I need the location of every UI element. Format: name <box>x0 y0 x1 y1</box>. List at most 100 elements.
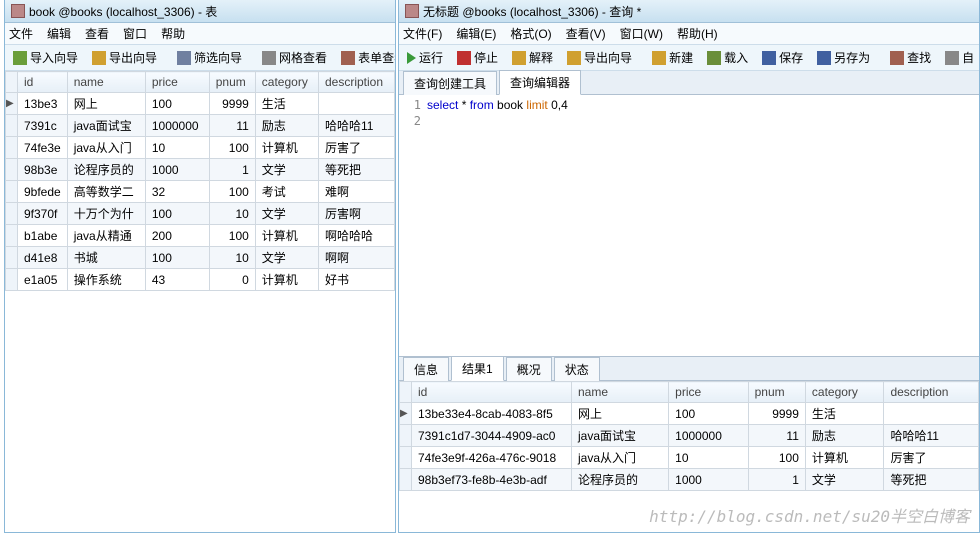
cell-name[interactable]: 论程序员的 <box>572 469 669 491</box>
cell-id[interactable]: 98b3ef73-fe8b-4e3b-adf <box>412 469 572 491</box>
cell-name[interactable]: 网上 <box>67 93 145 115</box>
stop-button[interactable]: 停止 <box>453 47 502 68</box>
cell-pnum[interactable]: 100 <box>209 181 255 203</box>
menu-file[interactable]: 文件 <box>9 25 33 42</box>
new-button[interactable]: 新建 <box>648 47 697 68</box>
cell-name[interactable]: java从精通 <box>67 225 145 247</box>
cell-id[interactable]: 7391c <box>18 115 68 137</box>
cell-id[interactable]: d41e8 <box>18 247 68 269</box>
left-titlebar[interactable]: book @books (localhost_3306) - 表 <box>5 0 395 23</box>
cell-category[interactable]: 励志 <box>805 425 884 447</box>
col-price[interactable]: price <box>669 382 748 403</box>
cell-name[interactable]: 操作系统 <box>67 269 145 291</box>
cell-price[interactable]: 32 <box>145 181 209 203</box>
col-description[interactable]: description <box>884 382 979 403</box>
cell-name[interactable]: 书城 <box>67 247 145 269</box>
cell-category[interactable]: 文学 <box>255 159 318 181</box>
cell-pnum[interactable]: 9999 <box>748 403 805 425</box>
cell-pnum[interactable]: 100 <box>209 137 255 159</box>
cell-price[interactable]: 1000000 <box>669 425 748 447</box>
cell-description[interactable]: 啊哈哈哈 <box>318 225 394 247</box>
cell-pnum[interactable]: 1 <box>209 159 255 181</box>
cell-name[interactable]: 网上 <box>572 403 669 425</box>
cell-id[interactable]: e1a05 <box>18 269 68 291</box>
cell-name[interactable]: java面试宝 <box>67 115 145 137</box>
col-name[interactable]: name <box>572 382 669 403</box>
cell-pnum[interactable]: 0 <box>209 269 255 291</box>
cell-pnum[interactable]: 11 <box>748 425 805 447</box>
cell-id[interactable]: 98b3e <box>18 159 68 181</box>
tab-query-editor[interactable]: 查询编辑器 <box>499 70 581 95</box>
table-row[interactable]: 74fe3ejava从入门10100计算机厉害了 <box>6 137 395 159</box>
cell-price[interactable]: 100 <box>669 403 748 425</box>
cell-category[interactable]: 计算机 <box>255 137 318 159</box>
cell-pnum[interactable]: 100 <box>748 447 805 469</box>
col-category[interactable]: category <box>255 72 318 93</box>
table-row[interactable]: 9f370f十万个为什10010文学厉害啊 <box>6 203 395 225</box>
sql-editor[interactable]: 12 select * from book limit 0,4 <box>399 95 979 356</box>
cell-description[interactable]: 厉害了 <box>318 137 394 159</box>
cell-name[interactable]: 十万个为什 <box>67 203 145 225</box>
cell-description[interactable]: 哈哈哈11 <box>318 115 394 137</box>
load-button[interactable]: 载入 <box>703 47 752 68</box>
tab-query-designer[interactable]: 查询创建工具 <box>403 71 497 95</box>
menu-view[interactable]: 查看(V) <box>566 25 606 42</box>
cell-category[interactable]: 生活 <box>805 403 884 425</box>
cell-id[interactable]: 74fe3e9f-426a-476c-9018 <box>412 447 572 469</box>
col-id[interactable]: id <box>18 72 68 93</box>
cell-category[interactable]: 文学 <box>255 247 318 269</box>
tab-profile[interactable]: 概况 <box>506 357 552 381</box>
cell-description[interactable] <box>884 403 979 425</box>
table-row[interactable]: 9bfede高等数学二32100考试难啊 <box>6 181 395 203</box>
cell-description[interactable]: 等死把 <box>318 159 394 181</box>
table-row[interactable]: ▶13be33e4-8cab-4083-8f5网上1009999生活 <box>400 403 979 425</box>
cell-price[interactable]: 100 <box>145 247 209 269</box>
cell-description[interactable]: 等死把 <box>884 469 979 491</box>
table-row[interactable]: 98b3e论程序员的10001文学等死把 <box>6 159 395 181</box>
cell-category[interactable]: 计算机 <box>805 447 884 469</box>
cell-category[interactable]: 文学 <box>805 469 884 491</box>
cell-name[interactable]: java从入门 <box>572 447 669 469</box>
tab-info[interactable]: 信息 <box>403 357 449 381</box>
cell-category[interactable]: 生活 <box>255 93 318 115</box>
cell-name[interactable]: java面试宝 <box>572 425 669 447</box>
menu-window[interactable]: 窗口(W) <box>620 25 663 42</box>
menu-help[interactable]: 帮助(H) <box>677 25 718 42</box>
run-button[interactable]: 运行 <box>403 47 447 68</box>
tab-result1[interactable]: 结果1 <box>451 356 504 381</box>
cell-id[interactable]: b1abe <box>18 225 68 247</box>
cell-name[interactable]: java从入门 <box>67 137 145 159</box>
explain-button[interactable]: 解释 <box>508 47 557 68</box>
auto-button[interactable]: 自 <box>941 47 978 68</box>
col-price[interactable]: price <box>145 72 209 93</box>
cell-category[interactable]: 计算机 <box>255 225 318 247</box>
menu-view[interactable]: 查看 <box>85 25 109 42</box>
col-pnum[interactable]: pnum <box>748 382 805 403</box>
col-category[interactable]: category <box>805 382 884 403</box>
menu-edit[interactable]: 编辑(E) <box>456 25 496 42</box>
cell-id[interactable]: 13be33e4-8cab-4083-8f5 <box>412 403 572 425</box>
cell-description[interactable]: 好书 <box>318 269 394 291</box>
menu-file[interactable]: 文件(F) <box>403 25 442 42</box>
cell-id[interactable]: 7391c1d7-3044-4909-ac0 <box>412 425 572 447</box>
export-wizard-button[interactable]: 导出向导 <box>88 47 161 68</box>
right-titlebar[interactable]: 无标题 @books (localhost_3306) - 查询 * <box>399 0 979 23</box>
cell-price[interactable]: 1000 <box>145 159 209 181</box>
save-button[interactable]: 保存 <box>758 47 807 68</box>
cell-price[interactable]: 100 <box>145 203 209 225</box>
saveas-button[interactable]: 另存为 <box>813 47 874 68</box>
cell-price[interactable]: 100 <box>145 93 209 115</box>
col-name[interactable]: name <box>67 72 145 93</box>
table-row[interactable]: ▶13be3网上1009999生活 <box>6 93 395 115</box>
cell-category[interactable]: 考试 <box>255 181 318 203</box>
table-row[interactable]: 7391cjava面试宝100000011励志哈哈哈11 <box>6 115 395 137</box>
menu-edit[interactable]: 编辑 <box>47 25 71 42</box>
cell-pnum[interactable]: 1 <box>748 469 805 491</box>
cell-price[interactable]: 1000000 <box>145 115 209 137</box>
menu-format[interactable]: 格式(O) <box>510 25 551 42</box>
menu-help[interactable]: 帮助 <box>161 25 185 42</box>
cell-pnum[interactable]: 9999 <box>209 93 255 115</box>
cell-description[interactable]: 难啊 <box>318 181 394 203</box>
col-pnum[interactable]: pnum <box>209 72 255 93</box>
sql-code[interactable]: select * from book limit 0,4 <box>427 97 568 354</box>
